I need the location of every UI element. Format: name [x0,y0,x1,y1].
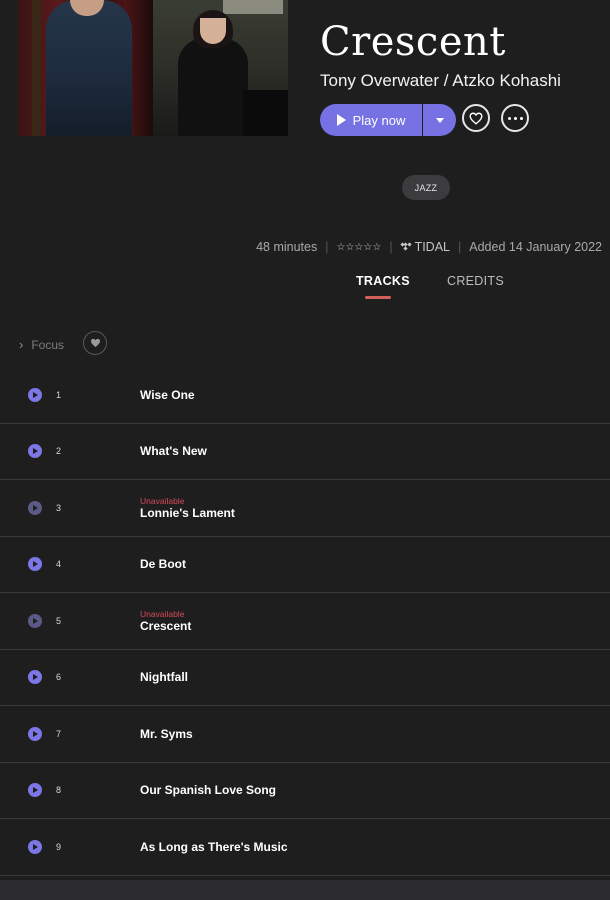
track-row[interactable]: 9 As Long as There's Music [0,819,610,876]
track-title[interactable]: De Boot [140,556,186,572]
cover-piano [243,90,288,136]
track-row[interactable]: 1 Wise One [0,367,610,424]
track-title[interactable]: Lonnie's Lament [140,505,235,521]
play-track-icon[interactable] [28,557,42,572]
track-row[interactable]: 6 Nightfall [0,650,610,706]
track-title[interactable]: Wise One [140,387,195,403]
source-tidal: TIDAL [399,240,450,254]
track-row[interactable]: 7 Mr. Syms [0,706,610,763]
rating-stars[interactable]: ☆☆☆☆☆ [336,242,381,253]
play-track-icon[interactable] [28,839,42,854]
play-track-icon[interactable] [28,387,42,402]
album-meta: 48 minutes | ☆☆☆☆☆ | TIDAL | Added 14 Ja… [256,240,602,254]
cover-bass [32,0,41,136]
play-now-button[interactable]: Play now [320,104,422,136]
play-track-icon[interactable] [28,726,42,741]
track-title[interactable]: What's New [140,443,207,459]
track-number: 3 [56,502,62,513]
focus-toggle[interactable]: › Focus [19,337,64,352]
focus-favorite-button[interactable] [83,331,107,355]
track-row[interactable]: 4 De Boot [0,537,610,593]
track-number: 1 [56,389,62,400]
more-options-button[interactable] [501,104,529,132]
tab-tracks[interactable]: TRACKS [356,274,410,288]
play-now-label: Play now [352,112,406,128]
track-title[interactable]: Mr. Syms [140,726,193,742]
meta-separator: | [458,240,462,254]
play-track-icon[interactable] [28,500,42,515]
player-bar [0,880,610,900]
track-number: 8 [56,785,62,796]
track-number: 2 [56,446,62,457]
meta-separator: | [389,240,393,254]
tab-credits[interactable]: CREDITS [447,274,504,288]
track-title[interactable]: Our Spanish Love Song [140,782,276,798]
track-row[interactable]: 5 Unavailable Crescent [0,593,610,650]
track-title[interactable]: Crescent [140,618,191,634]
album-duration: 48 minutes [256,240,318,254]
cover-frame [223,0,283,14]
cover-face-right [200,18,226,44]
track-number: 9 [56,841,62,852]
track-number: 4 [56,559,62,570]
focus-label: Focus [31,337,65,352]
play-options-dropdown[interactable] [423,104,456,136]
chevron-right-icon: › [19,337,24,352]
album-title: Crescent [320,19,506,65]
tidal-icon [399,242,412,252]
cover-figure-left [46,0,132,136]
play-track-icon[interactable] [28,783,42,798]
play-icon [336,114,346,126]
track-row[interactable]: 2 What's New [0,424,610,480]
play-track-icon[interactable] [28,613,42,628]
favorite-button[interactable] [462,104,490,132]
heart-icon [90,338,100,348]
meta-separator: | [325,240,329,254]
track-list: 1 Wise One 2 What's New 3 Unavailable Lo… [0,367,610,876]
genre-tag[interactable]: JAZZ [402,175,450,200]
play-track-icon[interactable] [28,670,42,685]
more-icon [507,116,523,120]
active-tab-indicator [365,296,391,299]
track-title[interactable]: As Long as There's Music [140,839,288,855]
album-cover[interactable] [18,0,288,136]
track-row[interactable]: 8 Our Spanish Love Song [0,763,610,819]
track-number: 6 [56,672,62,683]
album-artist[interactable]: Tony Overwater / Atzko Kohashi [320,71,561,91]
track-title[interactable]: Nightfall [140,669,188,685]
caret-down-icon [435,117,444,123]
cover-figure-right [178,38,248,136]
tab-bar: TRACKS CREDITS [0,274,610,304]
track-number: 5 [56,615,62,626]
heart-icon [469,112,483,125]
track-number: 7 [56,728,62,739]
source-label: TIDAL [414,240,450,254]
date-added: Added 14 January 2022 [469,240,602,254]
play-track-icon[interactable] [28,444,42,459]
track-row[interactable]: 3 Unavailable Lonnie's Lament [0,480,610,537]
